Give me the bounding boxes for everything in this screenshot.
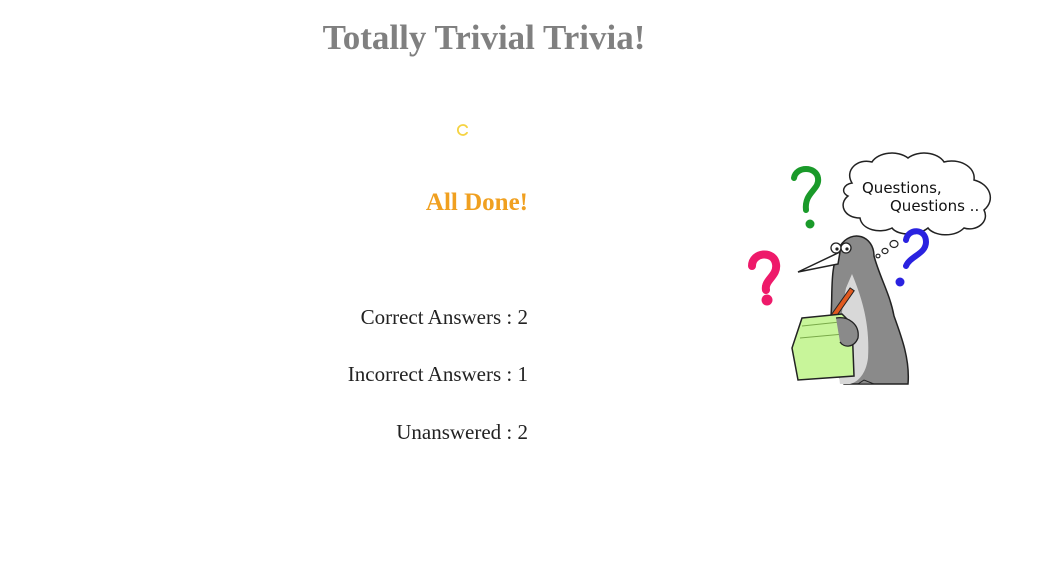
bubble-text-line1: Questions, [862,179,942,197]
results-heading: All Done! [425,189,528,216]
correct-answers-count: Correct Answers : 2 [360,305,528,329]
blue-question-mark-icon [895,228,930,287]
incorrect-answers-count: Incorrect Answers : 1 [347,362,528,386]
notepad-icon [791,313,859,381]
green-question-mark-icon [791,166,822,229]
pink-question-mark-icon [748,250,781,306]
page-title: Totally Trivial Trivia! [322,18,646,57]
bubble-text-line2: Questions .. [890,197,979,215]
unanswered-count: Unanswered : 2 [396,420,528,444]
penguin-with-questions-illustration: Questions, Questions .. [748,152,992,385]
loading-spinner-icon [457,124,468,136]
